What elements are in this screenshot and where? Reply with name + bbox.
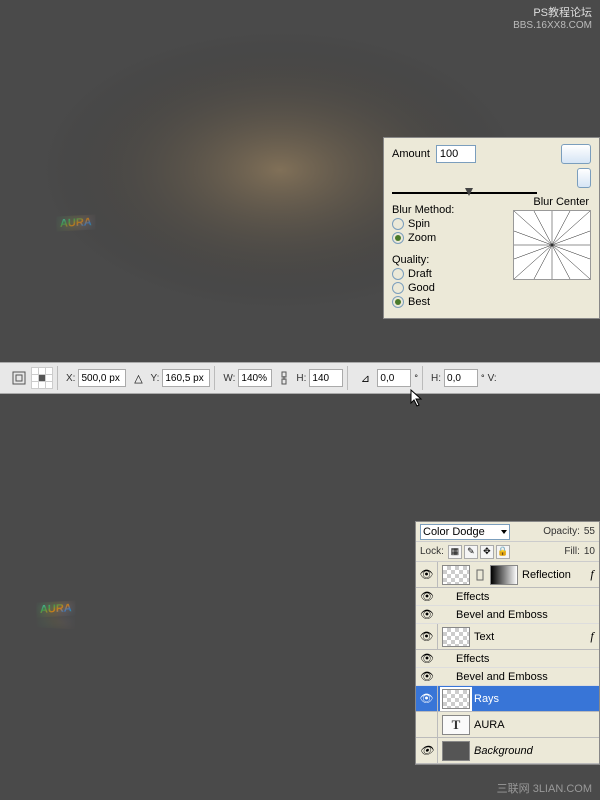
amount-slider[interactable]: [392, 192, 537, 194]
x-label: X:: [66, 373, 75, 384]
layer-text[interactable]: 👁 Text f: [416, 624, 599, 650]
bevel-row[interactable]: 👁Bevel and Emboss: [416, 668, 599, 686]
effects-row[interactable]: 👁Effects: [416, 588, 599, 606]
lock-pixels-icon[interactable]: ✎: [464, 545, 478, 559]
layer-name: Reflection: [522, 569, 585, 581]
bevel-row[interactable]: 👁Bevel and Emboss: [416, 606, 599, 624]
visibility-icon[interactable]: 👁: [416, 624, 438, 649]
layer-name: Background: [474, 745, 599, 757]
cursor-icon: [410, 389, 424, 407]
ok-button[interactable]: [561, 144, 591, 164]
amount-input[interactable]: [436, 145, 476, 163]
svg-text:AURA: AURA: [40, 614, 72, 628]
fill-value[interactable]: 10: [584, 546, 595, 557]
link-icon: [474, 568, 486, 582]
transform-mode-icon[interactable]: [10, 369, 28, 387]
visibility-icon[interactable]: 👁: [416, 562, 438, 587]
w-label: W:: [223, 373, 235, 384]
h2-input[interactable]: [444, 369, 478, 387]
svg-text:AURA: AURA: [40, 602, 72, 616]
lock-transparency-icon[interactable]: ▦: [448, 545, 462, 559]
h-input[interactable]: [309, 369, 343, 387]
layer-thumb: [442, 689, 470, 709]
mask-thumb: [490, 565, 518, 585]
visibility-icon[interactable]: 👁: [416, 686, 438, 711]
lock-position-icon[interactable]: ✥: [480, 545, 494, 559]
delta-y-icon: △: [129, 369, 147, 387]
y-input[interactable]: [162, 369, 210, 387]
h-label: H:: [296, 373, 306, 384]
radial-blur-dialog: Amount Blur Method: Spin Zoom Quality: D…: [383, 137, 600, 319]
amount-label: Amount: [392, 148, 430, 160]
blur-center-label: Blur Center: [533, 196, 589, 208]
layer-rays[interactable]: 👁 Rays: [416, 686, 599, 712]
watermark-top: PS教程论坛 BBS.16XX8.COM: [513, 4, 592, 31]
layer-background[interactable]: 👁 Background: [416, 738, 599, 764]
cancel-button[interactable]: [577, 168, 591, 188]
layer-thumb: [442, 741, 470, 761]
v-label: V:: [488, 373, 497, 384]
layer-aura[interactable]: T AURA: [416, 712, 599, 738]
layer-name: Rays: [474, 693, 599, 705]
lock-label: Lock:: [420, 546, 444, 557]
fx-icon[interactable]: f: [585, 629, 599, 644]
svg-text:AURA: AURA: [60, 216, 92, 230]
angle-input[interactable]: [377, 369, 411, 387]
lock-all-icon[interactable]: 🔒: [496, 545, 510, 559]
visibility-icon[interactable]: 👁: [416, 738, 438, 763]
blend-mode-value: Color Dodge: [423, 526, 485, 538]
y-label: Y:: [150, 373, 159, 384]
fill-label: Fill:: [564, 546, 580, 557]
layer-thumb: [442, 565, 470, 585]
chevron-down-icon: [501, 530, 507, 534]
visibility-icon[interactable]: [416, 712, 438, 737]
effects-row[interactable]: 👁Effects: [416, 650, 599, 668]
link-wh-icon[interactable]: [275, 369, 293, 387]
watermark-bottom: 三联网 3LIAN.COM: [497, 780, 592, 796]
layer-reflection[interactable]: 👁 Reflection f: [416, 562, 599, 588]
watermark-line2: BBS.16XX8.COM: [513, 20, 592, 31]
layer-name: AURA: [474, 719, 599, 731]
text-layer-icon: T: [442, 715, 470, 735]
radio-best[interactable]: Best: [392, 296, 591, 308]
opacity-label: Opacity:: [543, 526, 580, 537]
w-input[interactable]: [238, 369, 272, 387]
anchor-grid[interactable]: [31, 367, 53, 389]
layer-thumb: [442, 627, 470, 647]
blur-center-preview[interactable]: [513, 210, 591, 280]
watermark-line1: PS教程论坛: [513, 4, 592, 20]
fx-icon[interactable]: f: [585, 567, 599, 582]
layer-name: Text: [474, 631, 585, 643]
blend-mode-select[interactable]: Color Dodge: [420, 524, 510, 540]
x-input[interactable]: [78, 369, 126, 387]
transform-toolbar: X: △ Y: W: H: ⊿ ° H: ° V:: [0, 362, 600, 394]
opacity-value[interactable]: 55: [584, 526, 595, 537]
layers-panel: Color Dodge Opacity: 55 Lock: ▦ ✎ ✥ 🔒 Fi…: [415, 521, 600, 765]
angle-icon: ⊿: [356, 369, 374, 387]
radio-good[interactable]: Good: [392, 282, 591, 294]
h2-label: H:: [431, 373, 441, 384]
